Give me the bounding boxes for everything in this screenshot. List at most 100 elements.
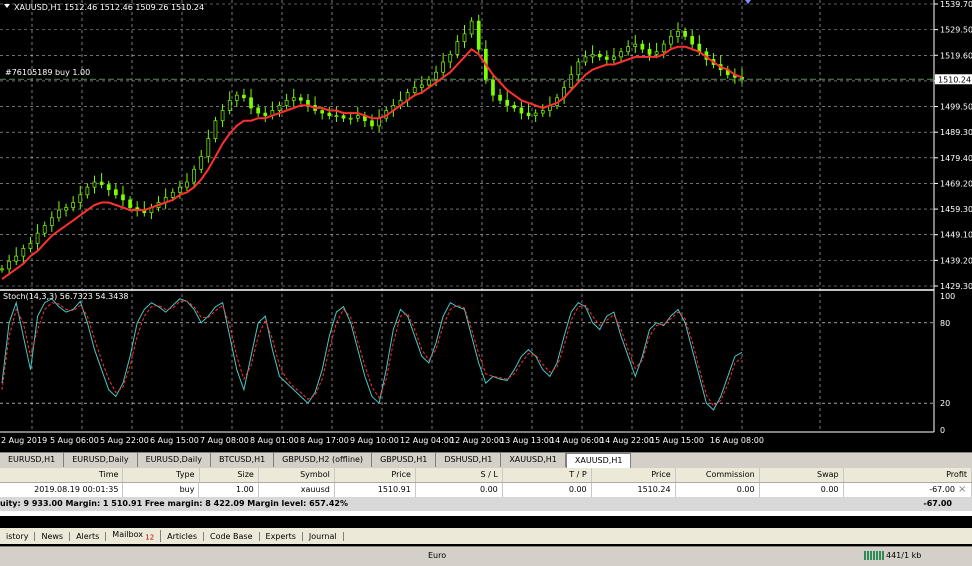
grid xyxy=(0,0,934,430)
candle-body xyxy=(221,111,224,121)
column-header[interactable]: Size xyxy=(200,468,259,482)
current-price-label: 1510.24 xyxy=(938,75,971,84)
candle-body xyxy=(584,57,587,62)
column-header[interactable]: Price xyxy=(335,468,416,482)
candle-body xyxy=(456,42,459,55)
chart-area[interactable]: 2 Aug 20195 Aug 06:005 Aug 22:006 Aug 15… xyxy=(0,0,972,452)
table-cell: 1510.91 xyxy=(335,483,416,497)
terminal-tab[interactable]: News xyxy=(35,532,70,541)
candle-body xyxy=(43,225,46,233)
stochastic-chart[interactable] xyxy=(2,299,742,410)
terminal-tab-label: Code Base xyxy=(210,532,253,541)
candle-body xyxy=(342,116,345,119)
time-tick-label: 16 Aug 08:00 xyxy=(710,436,764,445)
candle-body xyxy=(520,108,523,113)
candle-body xyxy=(356,116,359,119)
column-header[interactable]: Time xyxy=(0,468,123,482)
terminal-tab-label: News xyxy=(41,532,63,541)
table-cell: 0.00 xyxy=(503,483,592,497)
candle-body xyxy=(100,182,103,185)
terminal-tab[interactable]: Code Base xyxy=(204,532,260,541)
column-header[interactable]: Profit xyxy=(844,468,972,482)
moving-average-line xyxy=(2,47,742,279)
chart-tab[interactable]: DSHUSD,H1 xyxy=(436,453,501,467)
column-header[interactable]: Type xyxy=(123,468,199,482)
table-cell: 0.00 xyxy=(676,483,760,497)
chart-tab[interactable]: EURUSD,Daily xyxy=(64,453,137,467)
candle-body xyxy=(413,88,416,93)
candle-body xyxy=(93,182,96,187)
candle-body xyxy=(129,200,132,208)
price-tick-label: 1489.30 xyxy=(940,128,972,137)
table-row[interactable]: 2019.08.19 00:01:35buy1.00xauusd1510.910… xyxy=(0,483,972,497)
candle-body xyxy=(292,98,295,101)
table-cell: 2019.08.19 00:01:35 xyxy=(0,483,123,497)
close-position-icon[interactable]: × xyxy=(958,484,966,495)
candle-body xyxy=(691,36,694,44)
candle-body xyxy=(676,31,679,36)
candle-body xyxy=(655,52,658,55)
candle-body xyxy=(513,105,516,108)
column-header[interactable]: Commission xyxy=(676,468,760,482)
price-tick-label: 1429.30 xyxy=(940,282,972,291)
candle-body xyxy=(1,269,4,270)
chart-tab[interactable]: BTCUSD,H1 xyxy=(211,453,274,467)
stoch-label: Stoch(14,3,3) 56.7323 54.3438 xyxy=(3,292,129,301)
table-header: TimeTypeSizeSymbolPriceS / LT / PPriceCo… xyxy=(0,468,972,483)
candle-body xyxy=(634,44,637,47)
order-label: #76105189 buy 1.00 xyxy=(5,68,90,77)
terminal-tab[interactable]: Experts xyxy=(260,532,303,541)
candle-body xyxy=(264,113,267,116)
candle-body xyxy=(463,34,466,42)
column-header[interactable]: Price xyxy=(592,468,676,482)
price-tick-label: 1499.50 xyxy=(940,103,972,112)
price-tick-label: 1479.40 xyxy=(940,154,972,163)
column-header[interactable]: Symbol xyxy=(259,468,335,482)
chart-tab[interactable]: XAUUSD,H1 xyxy=(566,453,632,468)
chart-tab[interactable]: XAUUSD,H1 xyxy=(501,453,566,467)
chart-tabs-bar: EURUSD,H1EURUSD,DailyEURUSD,DailyBTCUSD,… xyxy=(0,452,972,468)
stoch-main-line xyxy=(2,299,742,410)
time-tick-label: 7 Aug 08:00 xyxy=(200,436,249,445)
stoch-tick-label: 20 xyxy=(940,399,950,408)
chart-tab[interactable]: EURUSD,H1 xyxy=(0,453,64,467)
price-tick-label: 1529.50 xyxy=(940,26,972,35)
candle-body xyxy=(22,248,25,256)
candle-body xyxy=(420,85,423,88)
terminal-tab-label: Articles xyxy=(167,532,197,541)
candle-body xyxy=(285,100,288,105)
price-tick-label: 1519.60 xyxy=(940,51,972,60)
candle-body xyxy=(371,121,374,126)
table-cell: 1510.24 xyxy=(592,483,676,497)
candle-body xyxy=(570,75,573,88)
chart-tab[interactable]: GBPUSD,H1 xyxy=(372,453,436,467)
terminal-tab[interactable]: Articles xyxy=(161,532,204,541)
candle-body xyxy=(684,31,687,36)
terminal-tab-label: Journal xyxy=(309,532,337,541)
column-header[interactable]: Swap xyxy=(760,468,844,482)
terminal-tab[interactable]: Mailbox 12 xyxy=(106,530,161,542)
candle-body xyxy=(242,95,245,98)
terminal-tab[interactable]: istory xyxy=(0,532,35,541)
candle-body xyxy=(8,261,11,269)
column-header[interactable]: S / L xyxy=(416,468,503,482)
candle-body xyxy=(57,210,60,218)
price-chart[interactable] xyxy=(0,15,934,279)
column-header[interactable]: T / P xyxy=(503,468,592,482)
time-tick-label: 5 Aug 22:00 xyxy=(100,436,149,445)
stoch-tick-label: 0 xyxy=(940,426,945,435)
terminal-tab[interactable]: Journal xyxy=(303,532,344,541)
chart-tab[interactable]: EURUSD,Daily xyxy=(138,453,211,467)
candle-body xyxy=(627,47,630,52)
candle-body xyxy=(114,190,117,195)
candle-body xyxy=(107,185,110,190)
terminal-tab[interactable]: Alerts xyxy=(70,532,106,541)
candle-body xyxy=(442,62,445,72)
candle-body xyxy=(605,57,608,60)
candle-body xyxy=(50,218,53,226)
chart-tab[interactable]: GBPUSD,H2 (offline) xyxy=(274,453,372,467)
candle-body xyxy=(427,80,430,85)
candle-body xyxy=(435,72,438,80)
table-cell: 0.00 xyxy=(760,483,844,497)
terminal-panel: TimeTypeSizeSymbolPriceS / LT / PPriceCo… xyxy=(0,468,972,516)
